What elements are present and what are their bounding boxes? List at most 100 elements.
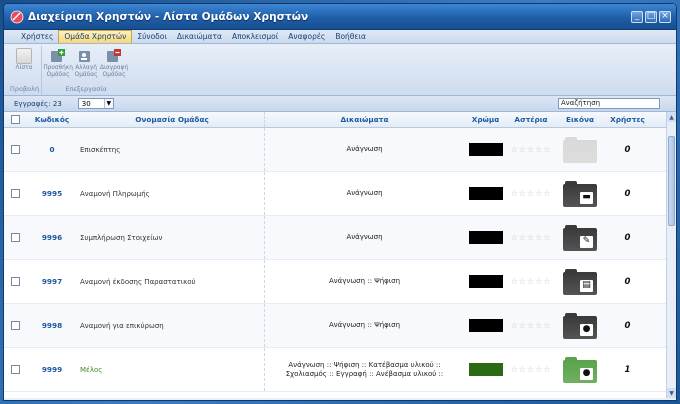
row-checkbox[interactable]: [10, 365, 20, 374]
table-row[interactable]: 9995 Αναμονή Πληρωμής Ανάγνωση ☆☆☆☆☆ ▬ 0: [4, 172, 676, 216]
folder-badge-icon: ▬: [580, 191, 593, 204]
star-rating-icon[interactable]: ☆☆☆☆☆: [511, 233, 552, 242]
row-name: Αναμονή Πληρωμής: [80, 189, 150, 198]
row-code: 9999: [41, 365, 63, 374]
row-image-cell: ▤: [555, 260, 605, 303]
row-color-cell: [464, 348, 507, 391]
star-rating-icon[interactable]: ☆☆☆☆☆: [511, 145, 552, 154]
star-rating-icon[interactable]: ☆☆☆☆☆: [511, 365, 552, 374]
delete-group-icon: [107, 49, 122, 62]
folder-empty-icon: [563, 136, 597, 163]
row-permissions: Ανάγνωση: [264, 216, 464, 259]
row-users: 0: [624, 276, 631, 287]
edit-group-label: Αλλαγή Ομάδας: [74, 65, 98, 78]
header-color[interactable]: Χρώμα: [464, 112, 507, 127]
scroll-thumb[interactable]: [668, 136, 675, 226]
row-checkbox[interactable]: [10, 145, 20, 154]
row-permissions: Ανάγνωση :: Ψήφιση: [264, 304, 464, 347]
row-checkbox[interactable]: [10, 321, 20, 330]
menu-sessions[interactable]: Σύνοδοι: [132, 30, 172, 43]
table-row[interactable]: 0 Επισκέπτης Ανάγνωση ☆☆☆☆☆ 0: [4, 128, 676, 172]
delete-group-label: Διαγραφή Ομάδας: [100, 65, 129, 78]
folder-badge-icon: ●: [580, 323, 593, 336]
list-button-label: Λίστα: [15, 65, 33, 71]
add-group-icon: [51, 49, 66, 62]
menu-user-groups[interactable]: Ομάδα Χρηστών: [58, 30, 133, 43]
title-bar[interactable]: Διαχείριση Χρηστών - Λίστα Ομάδων Χρηστώ…: [4, 4, 676, 30]
row-select-cell: [4, 348, 26, 391]
row-permissions: Ανάγνωση: [264, 172, 464, 215]
row-checkbox[interactable]: [10, 277, 20, 286]
select-all-checkbox[interactable]: [10, 115, 20, 124]
row-rating: ☆☆☆☆☆: [507, 172, 555, 215]
row-code: 0: [49, 145, 55, 154]
table-body: 0 Επισκέπτης Ανάγνωση ☆☆☆☆☆ 0 9995 Αναμο…: [4, 128, 676, 392]
row-color-cell: [464, 260, 507, 303]
color-swatch: [468, 363, 503, 376]
menu-help[interactable]: Βοήθεια: [330, 30, 371, 43]
folder-user-search-icon: ●: [563, 312, 597, 339]
row-users: 0: [624, 144, 631, 155]
row-color-cell: [464, 128, 507, 171]
color-swatch: [468, 275, 503, 288]
row-checkbox[interactable]: [10, 189, 20, 198]
row-image-cell: [555, 128, 605, 171]
ribbon-group-edit-label: Επεξεργασία: [65, 85, 107, 93]
row-select-cell: [4, 128, 26, 171]
menu-users[interactable]: Χρήστες: [16, 30, 58, 43]
scroll-up-icon[interactable]: ▲: [667, 112, 676, 122]
minimize-button[interactable]: _: [631, 10, 643, 23]
header-permissions[interactable]: Δικαιώματα: [264, 112, 464, 127]
header-rating[interactable]: Αστέρια: [507, 112, 555, 127]
groups-table: Κωδικός Ονομασία Ομάδας Δικαιώματα Χρώμα…: [4, 112, 676, 398]
maximize-button[interactable]: □: [645, 10, 657, 23]
row-color-cell: [464, 216, 507, 259]
row-select-cell: [4, 216, 26, 259]
row-name: Αναμονή για επικύρωση: [80, 321, 164, 330]
table-row[interactable]: 9998 Αναμονή για επικύρωση Ανάγνωση :: Ψ…: [4, 304, 676, 348]
row-image-cell: ✎: [555, 216, 605, 259]
search-input[interactable]: Αναζήτηση: [558, 98, 660, 109]
chevron-down-icon[interactable]: ▼: [103, 99, 113, 108]
row-image-cell: ●: [555, 304, 605, 347]
folder-badge-icon: ▤: [580, 279, 593, 292]
row-users: 1: [624, 364, 631, 375]
close-button[interactable]: ×: [659, 10, 671, 23]
menu-exclusions[interactable]: Αποκλεισμοί: [227, 30, 283, 43]
add-group-button[interactable]: Προσθήκη Ομάδας: [43, 46, 73, 83]
table-row[interactable]: 9999 Μέλος Ανάγνωση :: Ψήφιση :: Κατέβασ…: [4, 348, 676, 392]
vertical-scrollbar[interactable]: ▲ ▼: [666, 112, 676, 398]
row-permissions: Ανάγνωση :: Ψήφιση: [264, 260, 464, 303]
table-row[interactable]: 9997 Αναμονή έκδοσης Παραστατικού Ανάγνω…: [4, 260, 676, 304]
star-rating-icon[interactable]: ☆☆☆☆☆: [511, 189, 552, 198]
row-select-cell: [4, 304, 26, 347]
row-rating: ☆☆☆☆☆: [507, 128, 555, 171]
page-size-select[interactable]: 30 ▼: [77, 98, 114, 109]
scroll-down-icon[interactable]: ▼: [667, 388, 676, 398]
row-rating: ☆☆☆☆☆: [507, 216, 555, 259]
header-users[interactable]: Χρήστες: [605, 112, 650, 127]
delete-group-button[interactable]: Διαγραφή Ομάδας: [100, 46, 128, 83]
edit-group-button[interactable]: Αλλαγή Ομάδας: [72, 46, 100, 83]
row-name: Αναμονή έκδοσης Παραστατικού: [80, 277, 196, 286]
row-rating: ☆☆☆☆☆: [507, 348, 555, 391]
row-name: Επισκέπτης: [80, 145, 121, 154]
header-code[interactable]: Κωδικός: [26, 112, 78, 127]
list-icon: [16, 48, 32, 64]
row-code: 9995: [41, 189, 63, 198]
ribbon-group-view: Λίστα Προβολή: [8, 46, 43, 95]
menu-permissions[interactable]: Δικαιώματα: [172, 30, 227, 43]
star-rating-icon[interactable]: ☆☆☆☆☆: [511, 321, 552, 330]
row-code: 9998: [41, 321, 63, 330]
row-checkbox[interactable]: [10, 233, 20, 242]
row-color-cell: [464, 172, 507, 215]
header-image[interactable]: Εικόνα: [555, 112, 605, 127]
folder-user-icon: ●: [563, 356, 597, 383]
list-button[interactable]: Λίστα: [10, 46, 38, 83]
menu-reports[interactable]: Αναφορές: [283, 30, 330, 43]
star-rating-icon[interactable]: ☆☆☆☆☆: [511, 277, 552, 286]
menu-bar: Χρήστες Ομάδα Χρηστών Σύνοδοι Δικαιώματα…: [4, 30, 676, 44]
table-row[interactable]: 9996 Συμπλήρωση Στοιχείων Ανάγνωση ☆☆☆☆☆…: [4, 216, 676, 260]
folder-print-icon: ▤: [563, 268, 597, 295]
header-name[interactable]: Ονομασία Ομάδας: [78, 112, 264, 127]
